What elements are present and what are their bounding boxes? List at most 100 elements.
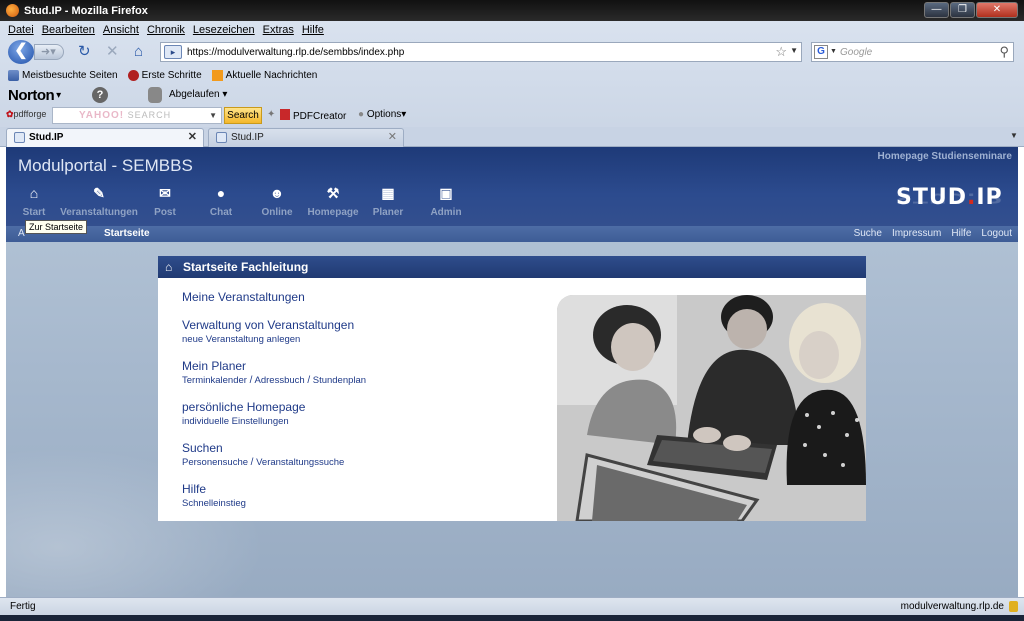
google-engine-icon[interactable]: G	[814, 45, 828, 59]
students-photo-illustration	[557, 295, 866, 521]
start-tooltip: Zur Startseite	[25, 220, 88, 234]
menu-datei[interactable]: Datei	[8, 24, 34, 36]
tab-studip-active[interactable]: Stud.IP ✕	[6, 128, 204, 147]
link-suche[interactable]: Suche	[854, 228, 882, 239]
link-stundenplan[interactable]: Stundenplan	[313, 375, 366, 386]
bookmark-folder-icon	[8, 70, 19, 81]
planer-sub-links: Terminkalender / Adressbuch / Stundenpla…	[182, 375, 367, 386]
menu-extras[interactable]: Extras	[263, 24, 294, 36]
firefox-bookmark-icon	[127, 70, 139, 81]
options-label: Options	[366, 109, 402, 120]
search-icon[interactable]: ⚲	[999, 44, 1009, 60]
stop-icon[interactable]: ✕	[106, 43, 119, 61]
nav-veranstaltungen[interactable]: ✎ Veranstaltungen	[60, 185, 138, 218]
norton-help-icon[interactable]: ?	[92, 87, 108, 103]
norton-safe-icon	[148, 87, 162, 103]
norton-status[interactable]: Abgelaufen ▾	[169, 89, 227, 100]
search-placeholder: Google	[840, 46, 873, 58]
nav-chat[interactable]: ● Chat	[204, 185, 238, 218]
link-meine-veranstaltungen[interactable]: Meine Veranstaltungen	[182, 290, 366, 305]
forward-button[interactable]: ➜▾	[34, 44, 64, 60]
link-mein-planer[interactable]: Mein Planer	[182, 359, 366, 374]
menu-hilfe[interactable]: Hilfe	[302, 24, 324, 36]
tab-studip-inactive[interactable]: Stud.IP ✕	[208, 128, 404, 147]
mail-icon: ✉	[159, 185, 171, 201]
reload-icon[interactable]: ↻	[78, 43, 91, 61]
link-adressbuch[interactable]: Adressbuch	[255, 375, 305, 386]
padlock-icon[interactable]	[1009, 601, 1018, 612]
group-planer: Mein Planer Terminkalender / Adressbuch …	[182, 359, 366, 387]
bookmark-meistbesucht[interactable]: Meistbesuchte Seiten	[8, 70, 118, 81]
pdfforge-logo[interactable]: ✿pdfforge	[6, 109, 46, 120]
window-titlebar: Stud.IP - Mozilla Firefox — ❐ ✕	[0, 0, 1024, 21]
bookmark-erste-schritte[interactable]: Erste Schritte	[127, 70, 202, 81]
tab-favicon-icon	[14, 132, 25, 143]
link-hilfe[interactable]: Hilfe	[951, 228, 971, 239]
link-personensuche[interactable]: Personensuche	[182, 457, 248, 468]
nav-admin[interactable]: ▣ Admin	[428, 185, 464, 218]
studip-logo-reflection: STUD.IP	[896, 190, 1003, 205]
tab-list-icon[interactable]: ▼	[1008, 131, 1020, 143]
link-logout[interactable]: Logout	[981, 228, 1012, 239]
home-icon[interactable]: ⌂	[134, 43, 143, 61]
menu-bearbeiten[interactable]: Bearbeiten	[42, 24, 95, 36]
pdfcreator-label: PDFCreator	[293, 111, 347, 122]
house-icon: ⌂	[165, 260, 173, 274]
tab-close-icon[interactable]: ✕	[188, 129, 197, 146]
nav-start[interactable]: ⌂ Start	[16, 185, 52, 218]
link-veranstaltungssuche[interactable]: Veranstaltungssuche	[256, 457, 344, 468]
window-title: Stud.IP - Mozilla Firefox	[24, 4, 148, 17]
url-dropdown-icon[interactable]: ▼	[790, 46, 798, 55]
link-individuelle-einstellungen[interactable]: individuelle Einstellungen	[182, 415, 366, 428]
nav-post[interactable]: ✉ Post	[148, 185, 182, 218]
yahoo-search-button[interactable]: Search	[224, 107, 262, 124]
nav-homepage[interactable]: ⚒ Homepage	[306, 185, 360, 218]
menu-lesezeichen[interactable]: Lesezeichen	[193, 24, 255, 36]
os-taskbar	[0, 615, 1024, 621]
address-bar[interactable]: ▸ https://modulverwaltung.rlp.de/sembbs/…	[160, 42, 802, 62]
nav-label: Post	[154, 207, 176, 218]
link-verwaltung-von-veranstaltungen[interactable]: Verwaltung von Veranstaltungen	[182, 318, 366, 333]
yahoo-search-input[interactable]: YAHOO! SEARCH ▼	[52, 107, 222, 124]
pdfcreator-button[interactable]: PDFCreator	[280, 109, 346, 122]
bookmark-star-icon[interactable]: ☆	[775, 44, 787, 60]
options-button[interactable]: ● Options▾	[358, 109, 406, 120]
nav-online[interactable]: ☻ Online	[258, 185, 296, 218]
group-veranstaltungen: Meine Veranstaltungen	[182, 290, 366, 305]
house-icon: ⌂	[29, 185, 39, 201]
link-list: Meine Veranstaltungen Verwaltung von Ver…	[182, 290, 366, 523]
suchen-sub-links: Personensuche / Veranstaltungssuche	[182, 457, 345, 468]
address-url: https://modulverwaltung.rlp.de/sembbs/in…	[187, 46, 405, 58]
minimize-button[interactable]: —	[924, 2, 949, 18]
link-impressum[interactable]: Impressum	[892, 228, 941, 239]
link-terminkalender[interactable]: Terminkalender	[182, 375, 247, 386]
link-schnelleinstieg[interactable]: Schnelleinstieg	[182, 497, 366, 510]
close-window-button[interactable]: ✕	[976, 2, 1018, 18]
nav-label: Start	[22, 207, 46, 218]
yahoo-search-word: SEARCH	[127, 110, 172, 120]
breadcrumb-prefix[interactable]: A	[18, 228, 25, 239]
header-right-links: Suche Impressum Hilfe Logout	[854, 228, 1012, 239]
site-identity-icon[interactable]: ▸	[164, 45, 182, 59]
menu-ansicht[interactable]: Ansicht	[103, 24, 139, 36]
link-persoenliche-homepage[interactable]: persönliche Homepage	[182, 400, 366, 415]
norton-logo[interactable]: Norton	[8, 87, 55, 104]
chat-icon: ●	[216, 185, 226, 201]
back-button[interactable]: ❮	[8, 40, 34, 64]
yahoo-dropdown-icon[interactable]: ▼	[209, 108, 218, 123]
status-domain: modulverwaltung.rlp.de	[900, 601, 1004, 612]
tab-close-icon[interactable]: ✕	[388, 129, 397, 146]
link-hilfe-main[interactable]: Hilfe	[182, 482, 366, 497]
norton-dropdown-icon[interactable]: ▾	[56, 90, 61, 101]
maximize-button[interactable]: ❐	[950, 2, 975, 18]
menu-chronik[interactable]: Chronik	[147, 24, 185, 36]
breadcrumb-startseite[interactable]: Startseite	[104, 228, 150, 239]
search-input[interactable]: G ▼ Google ⚲	[811, 42, 1014, 62]
menu-bar: Datei Bearbeiten Ansicht Chronik Lesezei…	[0, 21, 1024, 39]
engine-dropdown-icon[interactable]: ▼	[830, 48, 837, 55]
link-suchen[interactable]: Suchen	[182, 441, 366, 456]
homepage-studienseminare-link[interactable]: Homepage Studienseminare	[878, 151, 1012, 162]
link-neue-veranstaltung-anlegen[interactable]: neue Veranstaltung anlegen	[182, 333, 366, 346]
bookmark-aktuelle-nachrichten[interactable]: Aktuelle Nachrichten	[211, 70, 317, 81]
nav-planer[interactable]: ▦ Planer	[370, 185, 406, 218]
